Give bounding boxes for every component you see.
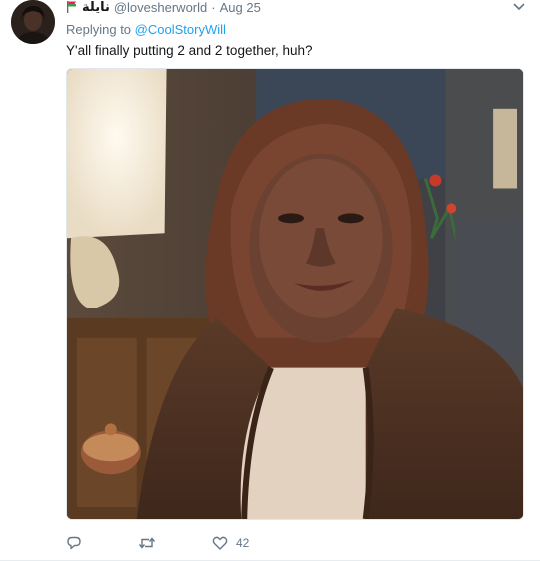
display-name[interactable]: نايلة xyxy=(82,0,110,15)
tweet-header: نايلة @lovesherworld · Aug 25 xyxy=(66,0,261,15)
retweet-icon xyxy=(138,537,156,549)
flag-icon xyxy=(67,1,76,13)
avatar-image xyxy=(11,0,55,44)
tweet-media-image[interactable] xyxy=(66,68,524,520)
chevron-down-icon[interactable] xyxy=(512,0,526,14)
replying-to: Replying to @CoolStoryWill xyxy=(66,22,226,37)
like-button[interactable]: 42 xyxy=(212,534,249,552)
username-handle[interactable]: @lovesherworld xyxy=(114,0,207,15)
media-photo xyxy=(67,69,523,519)
reply-icon xyxy=(67,536,81,550)
timestamp[interactable]: Aug 25 xyxy=(220,0,261,15)
separator-dot: · xyxy=(211,0,216,15)
reply-button[interactable] xyxy=(66,534,82,552)
avatar[interactable] xyxy=(11,0,55,44)
heart-icon xyxy=(212,536,228,550)
tweet-text: Y'all finally putting 2 and 2 together, … xyxy=(66,43,313,58)
like-count: 42 xyxy=(236,536,250,550)
tweet-card[interactable]: نايلة @lovesherworld · Aug 25 Replying t… xyxy=(0,0,540,561)
reply-mention-link[interactable]: @CoolStoryWill xyxy=(135,22,226,37)
tweet-actions: 42 xyxy=(66,534,366,552)
retweet-button[interactable] xyxy=(138,534,156,552)
replying-to-label: Replying to xyxy=(66,22,132,37)
